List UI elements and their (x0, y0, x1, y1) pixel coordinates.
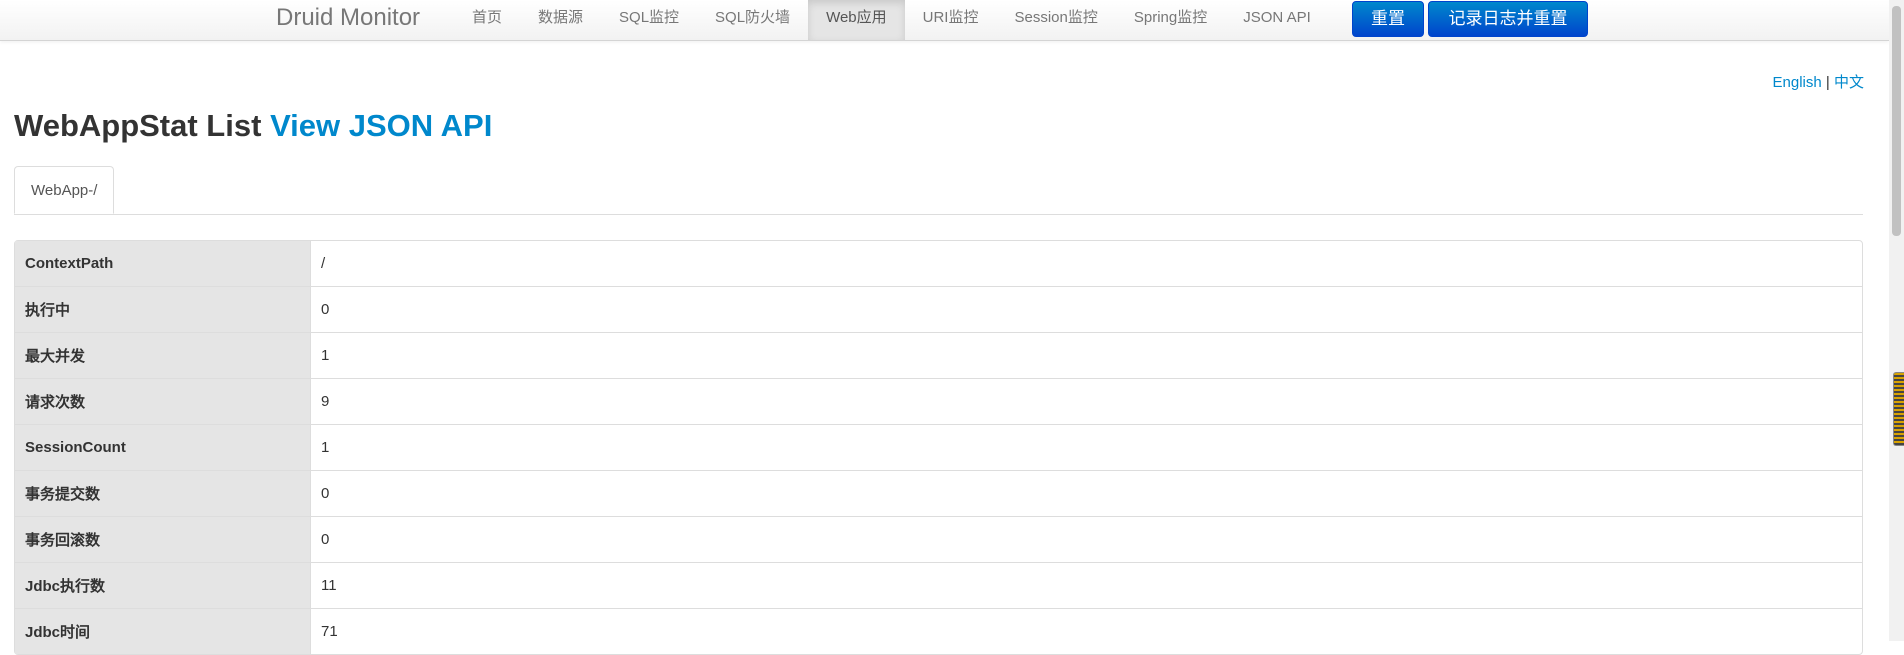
table-row: 请求次数 9 (15, 378, 1862, 424)
table-row: ContextPath / (15, 241, 1862, 286)
stat-label: Jdbc执行数 (15, 562, 310, 608)
stat-value: 9 (310, 378, 1862, 424)
log-and-reset-button[interactable]: 记录日志并重置 (1428, 1, 1588, 37)
webapp-stat-table: ContextPath / 执行中 0 最大并发 1 请求次数 9 Sessio… (14, 240, 1863, 655)
stat-label: 事务提交数 (15, 470, 310, 516)
table-row: Jdbc时间 71 (15, 608, 1862, 654)
view-json-api-link[interactable]: View JSON API (270, 108, 492, 143)
nav-item-uri-monitor[interactable]: URI监控 (905, 0, 997, 40)
nav-item-web-app[interactable]: Web应用 (808, 0, 905, 40)
nav-item-datasource[interactable]: 数据源 (520, 0, 601, 40)
stat-value: 11 (310, 562, 1862, 608)
reset-button[interactable]: 重置 (1352, 1, 1424, 37)
lang-chinese-link[interactable]: 中文 (1834, 74, 1864, 91)
table-row: SessionCount 1 (15, 424, 1862, 470)
stat-label: 执行中 (15, 286, 310, 332)
webapp-tabs: WebApp-/ (14, 166, 1863, 215)
lang-english-link[interactable]: English (1773, 74, 1822, 91)
scrollbar-thumb[interactable] (1892, 6, 1901, 236)
nav-item-home[interactable]: 首页 (454, 0, 520, 40)
table-row: 最大并发 1 (15, 332, 1862, 378)
stat-value: 0 (310, 470, 1862, 516)
page-title-text: WebAppStat List (14, 108, 262, 143)
stat-label: 事务回滚数 (15, 516, 310, 562)
nav-item-sql-monitor[interactable]: SQL监控 (601, 0, 697, 40)
page-title: WebAppStat List View JSON API (14, 108, 492, 144)
stat-value: 0 (310, 516, 1862, 562)
stat-label: ContextPath (15, 241, 310, 286)
table-row: 事务提交数 0 (15, 470, 1862, 516)
main-nav: 首页 数据源 SQL监控 SQL防火墙 Web应用 URI监控 Session监… (454, 0, 1329, 40)
stat-label: 请求次数 (15, 378, 310, 424)
language-switch: English | 中文 (1773, 71, 1864, 92)
stat-value: 1 (310, 332, 1862, 378)
stat-value: / (310, 241, 1862, 286)
top-navbar: Druid Monitor 首页 数据源 SQL监控 SQL防火墙 Web应用 … (0, 0, 1889, 41)
nav-item-sql-firewall[interactable]: SQL防火墙 (697, 0, 808, 40)
table-row: 执行中 0 (15, 286, 1862, 332)
nav-item-session-monitor[interactable]: Session监控 (996, 0, 1115, 40)
stat-value: 1 (310, 424, 1862, 470)
stat-value: 71 (310, 608, 1862, 654)
brand-title[interactable]: Druid Monitor (276, 4, 420, 32)
table-row: 事务回滚数 0 (15, 516, 1862, 562)
side-grip-handle[interactable] (1893, 372, 1904, 446)
lang-separator: | (1825, 74, 1830, 91)
stat-value: 0 (310, 286, 1862, 332)
tab-webapp-root[interactable]: WebApp-/ (14, 166, 115, 214)
stat-label: 最大并发 (15, 332, 310, 378)
page-scrollbar[interactable] (1889, 0, 1904, 641)
nav-item-spring-monitor[interactable]: Spring监控 (1116, 0, 1225, 40)
table-row: Jdbc执行数 11 (15, 562, 1862, 608)
stat-label: SessionCount (15, 424, 310, 470)
stat-label: Jdbc时间 (15, 608, 310, 654)
nav-item-json-api[interactable]: JSON API (1225, 0, 1329, 40)
